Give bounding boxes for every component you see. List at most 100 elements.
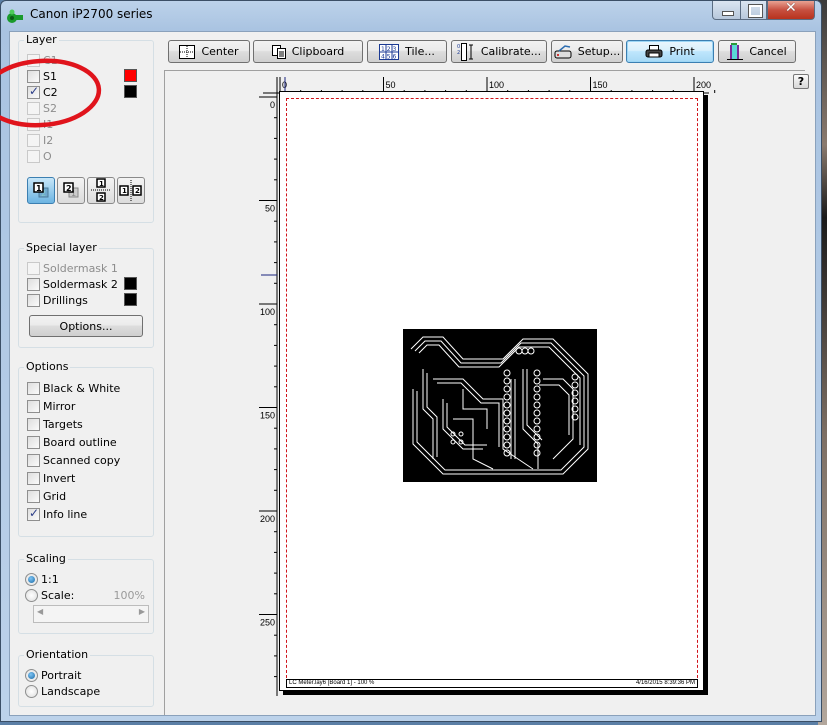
- options-group: Options Black & White Mirror Targets Board …: [18, 360, 154, 537]
- landscape-label: Landscape: [41, 684, 101, 698]
- layer-c1-row: C1: [27, 52, 58, 68]
- layer-s1-color-swatch[interactable]: [124, 69, 137, 82]
- layer-stacked-icon: 1 2: [91, 178, 111, 202]
- print-button[interactable]: Print: [626, 40, 714, 63]
- layer-s1-checkbox[interactable]: [27, 69, 40, 83]
- tile-mode-1-over-2-button[interactable]: 2 1: [27, 177, 55, 204]
- option-grid-row[interactable]: Grid: [27, 488, 66, 504]
- maximize-button[interactable]: [740, 1, 767, 20]
- landscape-radio-row[interactable]: Landscape: [25, 683, 100, 699]
- options-button-label: Options...: [59, 319, 113, 333]
- layer-s2-checkbox: [27, 101, 40, 115]
- option-grid-label: Grid: [43, 489, 67, 503]
- app-icon: [7, 9, 23, 23]
- clipboard-button[interactable]: Clipboard: [253, 40, 363, 63]
- scroll-left-icon[interactable]: ◀: [37, 607, 43, 616]
- special-layer-soldermask-2-checkbox[interactable]: [27, 277, 40, 291]
- special-layer-drillings-color-swatch[interactable]: [124, 293, 137, 306]
- print-label: Print: [669, 45, 695, 58]
- calibrate-label: Calibrate...: [480, 45, 542, 58]
- special-layer-soldermask-2-color-swatch[interactable]: [124, 277, 137, 290]
- tile-mode-stacked-button[interactable]: 1 2: [87, 177, 115, 204]
- layer-i1-row: I1: [27, 116, 53, 132]
- option-black-white-label: Black & White: [43, 381, 121, 395]
- layer-c2-color-swatch[interactable]: [124, 85, 137, 98]
- landscape-radio[interactable]: [25, 684, 38, 698]
- special-layer-drillings-checkbox[interactable]: [27, 293, 40, 307]
- option-targets-row[interactable]: Targets: [27, 416, 83, 432]
- layer-side-by-side-icon: 1 2: [119, 180, 142, 201]
- info-line-timestamp: 4/16/2015 8:39:36 PM: [635, 680, 695, 686]
- layer-o-checkbox: [27, 149, 40, 163]
- special-layer-soldermask-1-row: Soldermask 1: [27, 260, 118, 276]
- layer-group-title: Layer: [24, 33, 59, 46]
- layer-i2-checkbox: [27, 133, 40, 147]
- special-layer-soldermask-1-checkbox: [27, 261, 40, 275]
- close-button[interactable]: ✕: [767, 0, 815, 20]
- scale-custom-radio[interactable]: [25, 588, 38, 602]
- pcb-traces: [410, 336, 589, 475]
- option-black-white-row[interactable]: Black & White: [27, 380, 120, 396]
- cancel-button[interactable]: Cancel: [718, 40, 796, 63]
- calibrate-button[interactable]: 02 Calibrate...: [451, 40, 547, 63]
- option-scanned-copy-row[interactable]: Scanned copy: [27, 452, 120, 468]
- layer-i2-label: I2: [43, 133, 54, 147]
- scale-1-1-radio-row[interactable]: 1:1: [25, 571, 59, 587]
- option-black-white-checkbox[interactable]: [27, 381, 40, 395]
- scale-1-1-radio[interactable]: [25, 572, 38, 586]
- layer-s1-row[interactable]: S1: [27, 68, 57, 84]
- option-invert-label: Invert: [43, 471, 76, 485]
- tile-button[interactable]: 1 2 34 5 6 Tile...: [367, 40, 447, 63]
- options-group-title: Options: [24, 360, 71, 373]
- center-button[interactable]: Center: [168, 40, 250, 63]
- minimize-button[interactable]: [712, 1, 741, 20]
- layer-c2-checkbox[interactable]: [27, 84, 40, 99]
- options-button[interactable]: Options...: [29, 315, 143, 337]
- option-invert-checkbox[interactable]: [27, 471, 40, 485]
- clipboard-label: Clipboard: [291, 45, 345, 58]
- svg-text:1 2 3: 1 2 3: [381, 46, 396, 53]
- layer-c2-label: C2: [43, 85, 58, 99]
- portrait-radio-row[interactable]: Portrait: [25, 667, 81, 683]
- option-scanned-copy-label: Scanned copy: [43, 453, 121, 467]
- option-targets-checkbox[interactable]: [27, 417, 40, 431]
- setup-button[interactable]: Setup...: [551, 40, 623, 63]
- svg-text:2: 2: [99, 194, 104, 202]
- option-scanned-copy-checkbox[interactable]: [27, 453, 40, 467]
- special-layer-drillings-row[interactable]: Drillings: [27, 292, 88, 308]
- print-dialog-window: Canon iP2700 series ✕ Layer C1 S1 C2 S2 I1 I2…: [0, 0, 822, 722]
- option-grid-checkbox[interactable]: [27, 489, 40, 503]
- center-icon: [179, 44, 196, 59]
- portrait-radio[interactable]: [25, 668, 38, 682]
- svg-text:1: 1: [122, 187, 127, 195]
- scaling-group-title: Scaling: [24, 552, 68, 565]
- option-board-outline-row[interactable]: Board outline: [27, 434, 117, 450]
- option-info-line-checkbox[interactable]: [27, 506, 40, 521]
- svg-text:4 5 6: 4 5 6: [381, 53, 396, 60]
- option-mirror-checkbox[interactable]: [27, 399, 40, 413]
- special-layer-soldermask-2-row[interactable]: Soldermask 2: [27, 276, 118, 292]
- scroll-right-icon[interactable]: ▶: [139, 607, 145, 616]
- window-title: Canon iP2700 series: [30, 7, 153, 21]
- layer-c2-row[interactable]: C2: [27, 84, 58, 100]
- cancel-label: Cancel: [749, 45, 787, 58]
- option-info-line-row[interactable]: Info line: [27, 506, 87, 522]
- tile-icon: 1 2 34 5 6: [379, 43, 400, 60]
- special-layer-group: Special layer Soldermask 1 Soldermask 2 Dr…: [18, 241, 154, 348]
- option-mirror-row[interactable]: Mirror: [27, 398, 75, 414]
- help-button[interactable]: ?: [793, 74, 809, 89]
- scale-slider[interactable]: ◀ ▶: [33, 605, 149, 623]
- option-invert-row[interactable]: Invert: [27, 470, 75, 486]
- layer-o-row: O: [27, 148, 52, 164]
- layer-i2-row: I2: [27, 132, 53, 148]
- layer-i1-checkbox: [27, 117, 40, 131]
- layer-order-2-1-icon: 1 2: [63, 182, 79, 198]
- option-board-outline-checkbox[interactable]: [27, 435, 40, 449]
- tile-mode-side-by-side-button[interactable]: 1 2: [117, 177, 145, 204]
- scale-value: 100%: [113, 589, 145, 602]
- tile-mode-2-over-1-button[interactable]: 1 2: [57, 177, 85, 204]
- svg-text:1: 1: [36, 184, 42, 193]
- layer-i1-label: I1: [43, 117, 54, 131]
- title-bar[interactable]: Canon iP2700 series ✕: [1, 0, 821, 29]
- scale-custom-radio-row[interactable]: Scale:: [25, 587, 74, 603]
